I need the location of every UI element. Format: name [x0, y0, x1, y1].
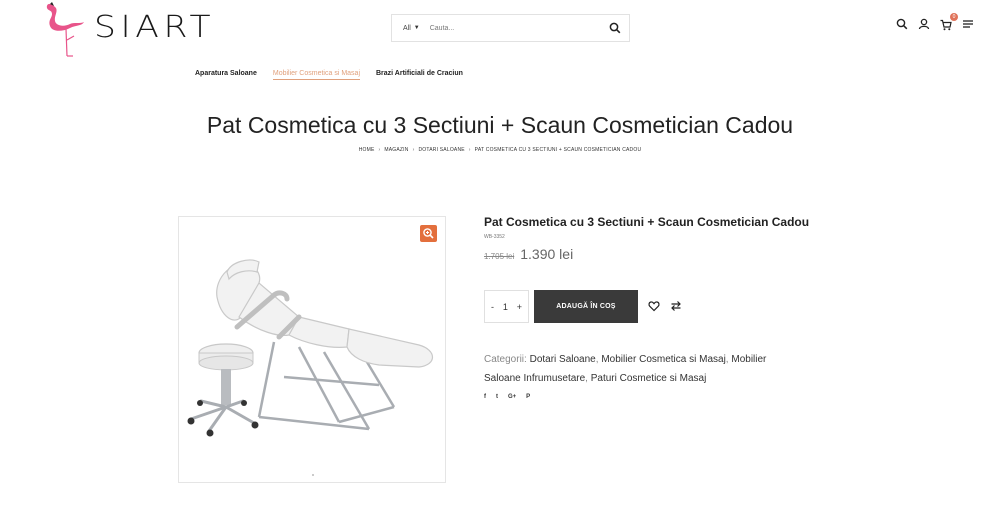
logo-text: SIART — [94, 10, 216, 45]
category-link-paturi-cosmetice[interactable]: Paturi Cosmetice si Masaj — [591, 373, 707, 384]
quantity-stepper: - 1 + — [484, 290, 529, 323]
product-image[interactable] — [178, 216, 446, 483]
nav-item-brazi-artificiali[interactable]: Brazi Artificiali de Craciun — [376, 70, 463, 80]
pinterest-icon[interactable]: P — [526, 394, 530, 400]
page-title: Pat Cosmetica cu 3 Sectiuni + Scaun Cosm… — [206, 112, 794, 138]
menu-icon[interactable] — [962, 18, 974, 30]
search-icon[interactable] — [609, 22, 621, 34]
breadcrumb: HOME › MAGAZIN › DOTARI SALOANE › PAT COSMETIC… — [0, 147, 1000, 153]
price-new: 1.390 lei — [520, 246, 574, 262]
chevron-right-icon: › — [468, 147, 471, 153]
main-nav: Aparatura Saloane Mobilier Cosmetica si … — [195, 70, 463, 80]
twitter-icon[interactable]: t — [496, 394, 498, 400]
qty-decrease-button[interactable]: - — [491, 302, 494, 312]
cosmetic-bed-with-stool-image — [187, 259, 434, 437]
site-logo[interactable]: SIART — [40, 0, 215, 58]
nav-item-aparatura-saloane[interactable]: Aparatura Saloane — [195, 70, 257, 80]
caret-down-icon: ▼ — [413, 25, 420, 31]
breadcrumb-dotari-saloane[interactable]: DOTARI SALOANE — [418, 147, 464, 153]
heart-icon[interactable] — [648, 300, 660, 312]
chevron-right-icon: › — [412, 147, 415, 153]
gallery-dot[interactable] — [312, 474, 314, 476]
category-link-dotari-saloane[interactable]: Dotari Saloane — [530, 354, 596, 365]
user-icon[interactable] — [918, 18, 930, 30]
search-bar: All ▼ — [391, 14, 630, 42]
google-plus-icon[interactable]: G+ — [508, 394, 516, 400]
header-actions: 0 — [896, 13, 974, 31]
nav-item-mobilier-cosmetica[interactable]: Mobilier Cosmetica si Masaj — [272, 70, 360, 80]
product-categories: Categorii: Dotari Saloane, Mobilier Cosm… — [484, 354, 767, 384]
search-category-label: All — [403, 24, 411, 32]
flamingo-logo-icon — [46, 2, 84, 57]
cart-button[interactable]: 0 — [940, 13, 958, 31]
product-title: Pat Cosmetica cu 3 Sectiuni + Scaun Cosm… — [484, 215, 810, 229]
zoom-button[interactable] — [420, 225, 437, 242]
search-icon[interactable] — [896, 18, 908, 30]
social-share: f t G+ P — [484, 394, 530, 400]
facebook-icon[interactable]: f — [484, 394, 486, 400]
categories-label: Categorii: — [484, 354, 527, 365]
add-to-cart-button[interactable]: ADAUGĂ ÎN COȘ — [534, 290, 638, 323]
cart-count-badge: 0 — [950, 13, 958, 21]
cart-icon — [940, 19, 952, 31]
category-link-mobilier-cosmetica[interactable]: Mobilier Cosmetica si Masaj — [601, 354, 725, 365]
product-sku: WB-3352 — [484, 234, 505, 240]
breadcrumb-current: PAT COSMETICA CU 3 SECTIUNI + SCAUN COSM… — [474, 147, 642, 153]
product-price: 1.705 lei 1.390 lei — [484, 246, 573, 262]
compare-icon[interactable] — [670, 300, 682, 312]
price-old: 1.705 lei — [484, 252, 515, 261]
breadcrumb-magazin[interactable]: MAGAZIN — [384, 147, 408, 153]
qty-increase-button[interactable]: + — [517, 302, 522, 312]
breadcrumb-home[interactable]: HOME — [359, 147, 375, 153]
chevron-right-icon: › — [378, 147, 381, 153]
zoom-in-icon — [423, 228, 434, 239]
search-category-select[interactable]: All ▼ — [392, 25, 420, 32]
qty-value[interactable]: 1 — [503, 302, 508, 312]
search-input[interactable] — [429, 24, 590, 32]
